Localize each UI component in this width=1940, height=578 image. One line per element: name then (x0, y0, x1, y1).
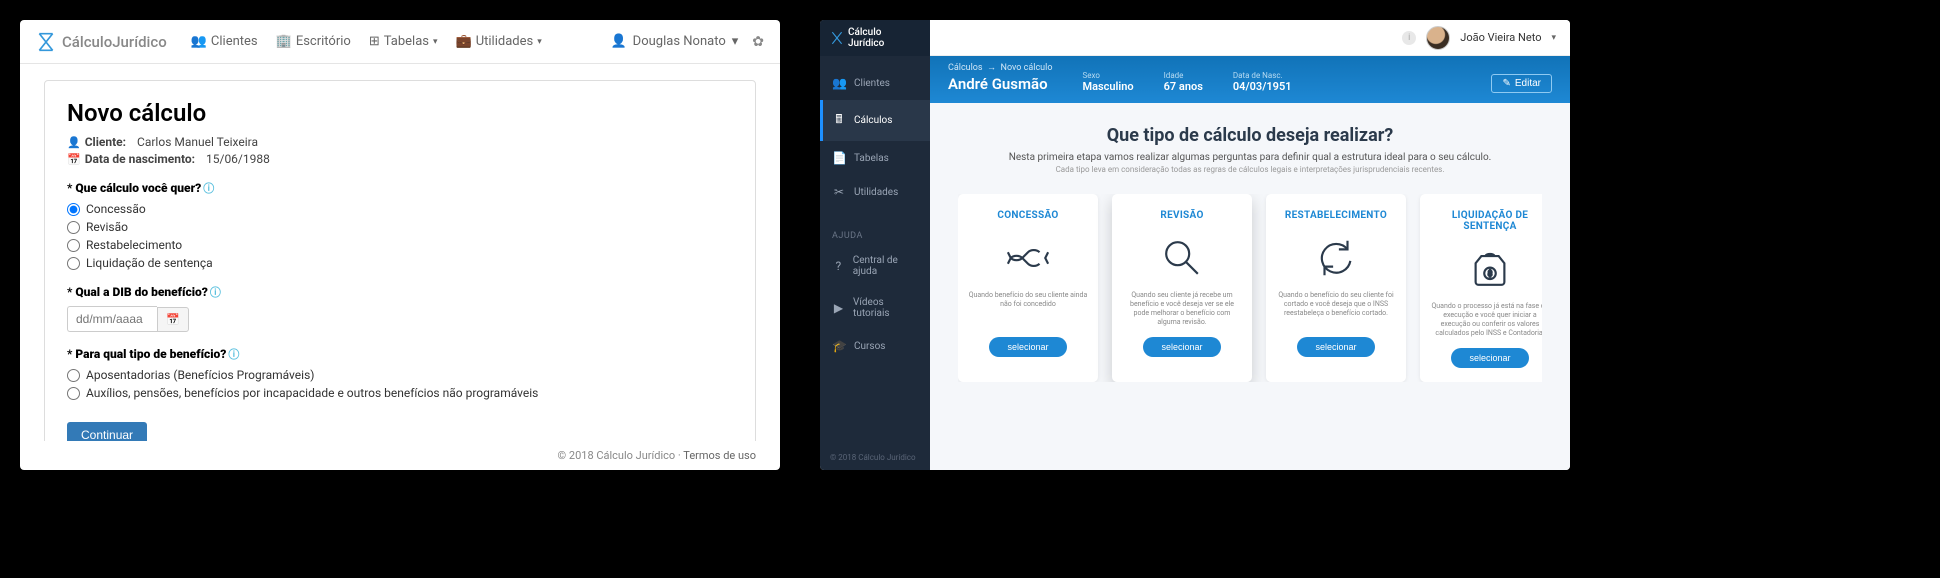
info-icon[interactable]: ⓘ (210, 286, 221, 299)
calc-type-card[interactable]: CONCESSÃO Quando benefício do seu client… (958, 194, 1098, 382)
pencil-icon: ✎ (1502, 78, 1510, 89)
info-icon[interactable]: ⓘ (203, 182, 214, 195)
select-button[interactable]: selecionar (1451, 348, 1528, 368)
sidebar-item-tabelas[interactable]: 📄Tabelas (820, 141, 930, 175)
footer: © 2018 Cálculo Jurídico · Termos de uso (20, 441, 780, 470)
card-icon (1159, 235, 1205, 281)
user-icon: 👤 (610, 34, 626, 49)
old-ui-frame: CálculoJurídico 👥Clientes 🏢Escritório ⊞T… (20, 20, 780, 470)
nav-utilidades[interactable]: 💼Utilidades▾ (456, 34, 542, 49)
select-button[interactable]: selecionar (1297, 337, 1374, 357)
dob-meta: 📅Data de nascimento: 15/06/1988 (67, 152, 733, 166)
select-button[interactable]: selecionar (1143, 337, 1220, 357)
tools-icon: ✂ (832, 185, 846, 199)
calendar-button[interactable]: 📅 (157, 307, 189, 332)
radio-revisao[interactable]: Revisão (67, 220, 733, 234)
form-card: Novo cálculo 👤Cliente: Carlos Manuel Tei… (44, 80, 756, 441)
calculator-icon: 🖩 (832, 110, 846, 131)
client-header: Cálculos → Novo cálculo André Gusmão Sex… (930, 56, 1570, 103)
card-desc: Quando benefício do seu cliente ainda nã… (968, 291, 1088, 327)
new-ui-frame: Cálculo Jurídico 👥Clientes 🖩Cálculos 📄Ta… (820, 20, 1570, 470)
card-title: REVISÃO (1160, 210, 1203, 221)
gear-icon[interactable]: ✿ (752, 34, 764, 50)
sidebar-item-central[interactable]: ?Central de ajuda (820, 245, 930, 287)
content: Que tipo de cálculo deseja realizar? Nes… (930, 103, 1570, 470)
question-dib: Qual a DIB do benefício?ⓘ (67, 284, 733, 300)
people-icon: 👥 (832, 76, 846, 90)
logo-icon (36, 32, 56, 52)
select-button[interactable]: selecionar (989, 337, 1066, 357)
user-menu[interactable]: 👤Douglas Nonato▾ (610, 34, 738, 49)
radio-aposentadorias[interactable]: Aposentadorias (Benefícios Programáveis) (67, 368, 733, 382)
help-icon: ? (832, 259, 845, 273)
radio-concessao[interactable]: Concessão (67, 202, 733, 216)
breadcrumb: Cálculos → Novo cálculo (948, 62, 1052, 73)
nav: 👥Clientes 🏢Escritório ⊞Tabelas▾ 💼Utilida… (191, 34, 611, 49)
sidebar-footer: © 2018 Cálculo Jurídico (820, 445, 930, 470)
calendar-icon: 📅 (67, 153, 81, 166)
book-icon: 🎓 (832, 339, 846, 353)
svg-text:$: $ (1488, 269, 1492, 278)
calc-type-card[interactable]: RESTABELECIMENTO Quando o benefício do s… (1266, 194, 1406, 382)
info-icon[interactable]: ⓘ (228, 348, 239, 361)
radio-restabelecimento[interactable]: Restabelecimento (67, 238, 733, 252)
sidebar-item-cursos[interactable]: 🎓Cursos (820, 329, 930, 363)
topbar: CálculoJurídico 👥Clientes 🏢Escritório ⊞T… (20, 20, 780, 64)
headline: Que tipo de cálculo deseja realizar? (958, 125, 1542, 146)
calc-type-card[interactable]: LIQUIDAÇÃO DE SENTENÇA $ Quando o proces… (1420, 194, 1542, 382)
card-icon (1005, 235, 1051, 281)
video-icon: ▶ (832, 301, 845, 315)
avatar[interactable] (1426, 26, 1450, 50)
radio-auxilios[interactable]: Auxílios, pensões, benefícios por incapa… (67, 386, 733, 400)
card-title: LIQUIDAÇÃO DE SENTENÇA (1430, 210, 1542, 232)
sidebar-item-utilidades[interactable]: ✂Utilidades (820, 175, 930, 209)
question-benefit-type: Para qual tipo de benefício?ⓘ (67, 346, 733, 362)
card-row: CONCESSÃO Quando benefício do seu client… (958, 194, 1542, 382)
main: i João Vieira Neto ▾ Cálculos → Novo cál… (930, 20, 1570, 470)
brand-text: CálculoJurídico (62, 33, 167, 51)
subhead-1: Nesta primeira etapa vamos realizar algu… (958, 152, 1542, 163)
body: Novo cálculo 👤Cliente: Carlos Manuel Tei… (20, 64, 780, 441)
sidebar-item-calculos[interactable]: 🖩Cálculos (820, 100, 930, 141)
brand-logo[interactable]: Cálculo Jurídico (820, 20, 930, 56)
nav-tabelas[interactable]: ⊞Tabelas▾ (369, 34, 438, 49)
subhead-2: Cada tipo leva em consideração todas as … (958, 165, 1542, 174)
card-desc: Quando seu cliente já recebe um benefíci… (1122, 291, 1242, 327)
card-icon (1313, 235, 1359, 281)
page-title: Novo cálculo (67, 99, 733, 127)
card-icon: $ (1467, 246, 1513, 292)
card-title: RESTABELECIMENTO (1285, 210, 1387, 221)
username: João Vieira Neto (1460, 31, 1541, 44)
continue-button[interactable]: Continuar (67, 422, 147, 441)
card-title: CONCESSÃO (997, 210, 1058, 221)
client-name: André Gusmão (948, 75, 1052, 93)
info-icon[interactable]: i (1402, 31, 1416, 45)
calc-type-card[interactable]: REVISÃO Quando seu cliente já recebe um … (1112, 194, 1252, 382)
logo-icon (830, 31, 844, 45)
topbar: i João Vieira Neto ▾ (930, 20, 1570, 56)
nav-clientes[interactable]: 👥Clientes (191, 34, 258, 49)
edit-button[interactable]: ✎Editar (1491, 74, 1552, 93)
main-menu: 👥Clientes 🖩Cálculos 📄Tabelas ✂Utilidades (820, 56, 930, 219)
card-desc: Quando o benefício do seu cliente foi co… (1276, 291, 1396, 327)
dib-input-group: 📅 (67, 306, 733, 332)
sidebar-item-clientes[interactable]: 👥Clientes (820, 66, 930, 100)
brand-logo[interactable]: CálculoJurídico (36, 32, 167, 52)
dib-input[interactable] (67, 306, 157, 332)
terms-link[interactable]: Termos de uso (683, 449, 756, 462)
card-desc: Quando o processo já está na fase de exe… (1430, 302, 1542, 338)
table-icon: 📄 (832, 151, 846, 165)
client-meta: 👤Cliente: Carlos Manuel Teixeira (67, 135, 733, 149)
nav-escritorio[interactable]: 🏢Escritório (276, 34, 351, 49)
help-header: AJUDA (820, 219, 930, 245)
question-calc-type: Que cálculo você quer?ⓘ (67, 180, 733, 196)
person-icon: 👤 (67, 136, 81, 149)
chevron-down-icon[interactable]: ▾ (1551, 33, 1556, 43)
radio-liquidacao[interactable]: Liquidação de sentença (67, 256, 733, 270)
sidebar: Cálculo Jurídico 👥Clientes 🖩Cálculos 📄Ta… (820, 20, 930, 470)
sidebar-item-videos[interactable]: ▶Vídeos tutoriais (820, 287, 930, 329)
brand-text: Cálculo Jurídico (848, 27, 920, 49)
